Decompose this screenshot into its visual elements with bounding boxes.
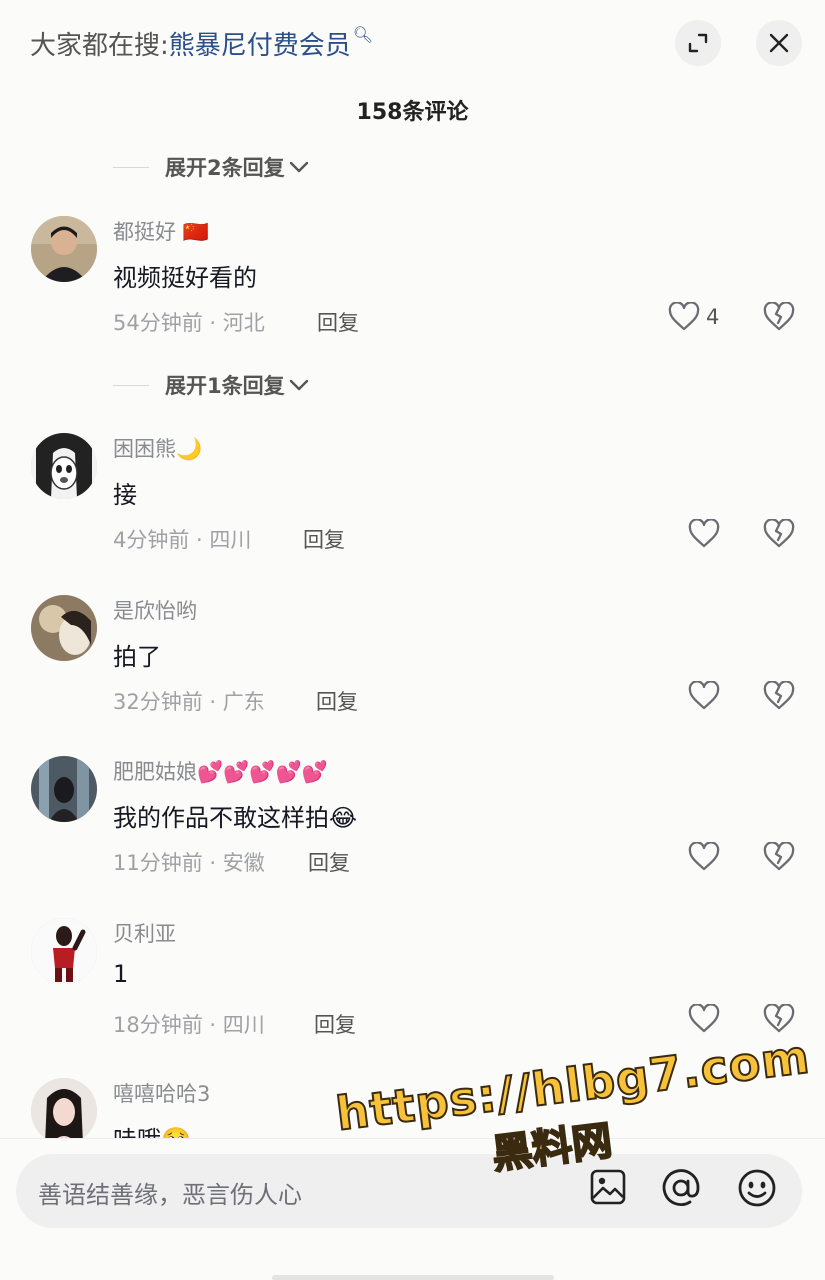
reply-button[interactable]: 回复 (303, 524, 345, 554)
broken-heart-icon (763, 518, 795, 548)
comment-text: 视频挺好看的 (113, 264, 257, 292)
close-button[interactable] (756, 20, 802, 66)
mention-button[interactable] (660, 1167, 702, 1213)
comment-username[interactable]: 困困熊🌙 (113, 433, 202, 463)
avatar[interactable] (31, 595, 97, 661)
expand-replies-label: 展开1条回复 (165, 374, 285, 398)
heart-icon (688, 681, 720, 710)
like-button[interactable] (688, 842, 720, 872)
comment-time-location: 4分钟前 · 四川 (113, 528, 252, 552)
at-icon (662, 1169, 700, 1206)
comment-username[interactable]: 肥肥姑娘💕💕💕💕💕 (113, 756, 328, 786)
dislike-button[interactable] (763, 841, 795, 876)
avatar[interactable] (31, 756, 97, 822)
username-badge: 💕💕💕💕💕 (197, 760, 328, 784)
comment-username[interactable]: 是欣怡哟 (113, 595, 197, 625)
comment-item: 困困熊🌙 接 4分钟前 · 四川 回复 (0, 433, 825, 583)
comment-item: 贝利亚 1 18分钟前 · 四川 回复 (0, 918, 825, 1068)
like-button[interactable] (688, 519, 720, 549)
dislike-button[interactable] (763, 680, 795, 715)
comment-time-location: 32分钟前 · 广东 (113, 690, 265, 714)
comment-time-location: 18分钟前 · 四川 (113, 1013, 265, 1037)
comment-text: 接 (113, 481, 137, 509)
username-badge: 🇨🇳 (182, 220, 209, 244)
heart-icon (688, 519, 720, 548)
comment-time-location: 11分钟前 · 安徽 (113, 851, 265, 875)
comment-time-location: 54分钟前 · 河北 (113, 311, 265, 335)
avatar[interactable] (31, 1078, 97, 1144)
expand-icon (688, 33, 708, 53)
heart-icon (688, 842, 720, 871)
comment-username[interactable]: 嘻嘻哈哈3 (113, 1078, 210, 1108)
reply-button[interactable]: 回复 (314, 1009, 356, 1039)
comment-username[interactable]: 贝利亚 (113, 918, 176, 948)
like-count: 4 (706, 305, 720, 329)
broken-heart-icon (763, 1003, 795, 1033)
reply-button[interactable]: 回复 (308, 847, 350, 877)
comments-header: 大家都在搜:熊暴尼付费会员 🔍︎ (0, 0, 825, 90)
avatar[interactable] (31, 918, 97, 984)
expand-button[interactable] (675, 20, 721, 66)
broken-heart-icon (763, 680, 795, 710)
search-keyword[interactable]: 熊暴尼付费会员 (169, 31, 351, 61)
expand-replies-label: 展开2条回复 (165, 156, 285, 180)
comment-item: 是欣怡哟 拍了 32分钟前 · 广东 回复 (0, 595, 825, 745)
comment-input-placeholder: 善语结善缘，恶言伤人心 (38, 1181, 302, 1209)
comment-text: 我的作品不敢这样拍😂 (113, 804, 358, 832)
comment-input-bar: 善语结善缘，恶言伤人心 (0, 1138, 825, 1280)
emoji-button[interactable] (736, 1167, 778, 1213)
search-prefix: 大家都在搜: (30, 31, 169, 61)
like-button[interactable] (688, 681, 720, 711)
divider (113, 384, 149, 386)
comment-input[interactable]: 善语结善缘，恶言伤人心 (16, 1154, 802, 1228)
heart-icon (688, 1004, 720, 1033)
expand-replies-button[interactable]: 展开2条回复 (113, 152, 309, 182)
comment-count: 158条评论 (356, 100, 469, 125)
like-button[interactable]: 4 (668, 302, 719, 332)
chevron-down-icon (289, 379, 308, 391)
image-button[interactable] (588, 1167, 628, 1211)
divider (113, 166, 149, 168)
reply-button[interactable]: 回复 (317, 307, 359, 337)
like-button[interactable] (688, 1004, 720, 1034)
comment-item: 都挺好 🇨🇳 视频挺好看的 54分钟前 · 河北 回复 4 (0, 216, 825, 366)
emoji-icon (738, 1169, 776, 1207)
comment-item: 肥肥姑娘💕💕💕💕💕 我的作品不敢这样拍😂 11分钟前 · 安徽 回复 (0, 756, 825, 906)
comment-text: 1 (113, 960, 129, 988)
broken-heart-icon (763, 301, 795, 331)
dislike-button[interactable] (763, 518, 795, 553)
reply-button[interactable]: 回复 (316, 686, 358, 716)
comment-text: 拍了 (113, 643, 161, 671)
chevron-down-icon (289, 161, 308, 173)
close-icon (769, 33, 789, 53)
expand-replies-button[interactable]: 展开1条回复 (113, 370, 309, 400)
username-badge: 🌙 (176, 437, 203, 461)
search-icon: 🔍︎ (352, 25, 374, 44)
broken-heart-icon (763, 841, 795, 871)
search-suggestion[interactable]: 大家都在搜:熊暴尼付费会员 🔍︎ (30, 25, 373, 62)
avatar[interactable] (31, 433, 97, 499)
comment-username[interactable]: 都挺好 🇨🇳 (113, 216, 209, 246)
home-indicator (272, 1275, 554, 1280)
dislike-button[interactable] (763, 301, 795, 336)
dislike-button[interactable] (763, 1003, 795, 1038)
heart-icon (668, 302, 700, 331)
avatar[interactable] (31, 216, 97, 282)
image-icon (590, 1169, 626, 1205)
